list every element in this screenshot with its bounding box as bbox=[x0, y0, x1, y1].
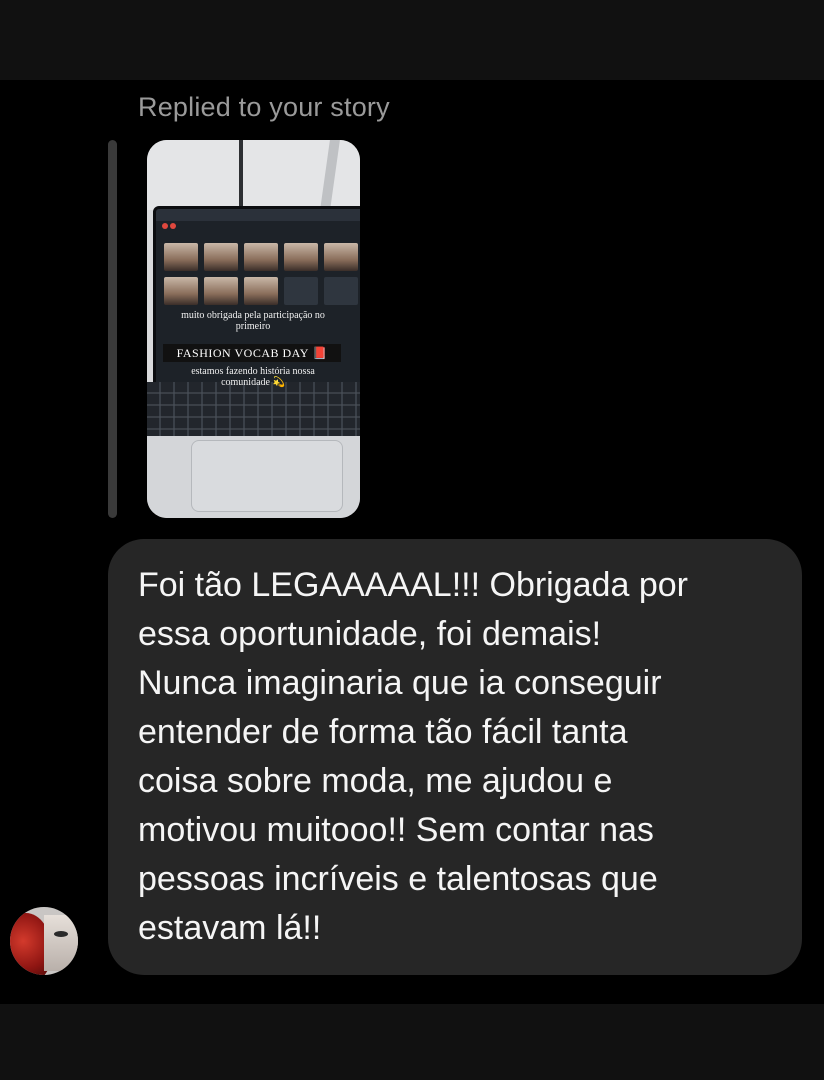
story-participant-tile bbox=[244, 277, 278, 305]
replied-to-story-label: Replied to your story bbox=[138, 92, 390, 122]
avatar-eye bbox=[54, 931, 68, 937]
story-laptop-keyboard bbox=[147, 382, 360, 440]
top-bar bbox=[0, 0, 824, 80]
story-window-dot bbox=[170, 223, 176, 229]
story-caption-top: muito obrigada pela participação no prim… bbox=[181, 310, 325, 332]
story-participant-tile bbox=[164, 277, 198, 305]
story-screen-titlebar bbox=[156, 209, 360, 221]
story-caption-badge: FASHION VOCAB DAY 📕 bbox=[163, 344, 341, 362]
reply-indicator-bar bbox=[108, 140, 117, 518]
message-bubble[interactable]: Foi tão LEGAAAAAL!!! Obrigada por essa o… bbox=[108, 539, 802, 975]
story-participant-tile bbox=[284, 243, 318, 271]
story-laptop-trackpad bbox=[191, 440, 343, 512]
story-participant-tile bbox=[204, 277, 238, 305]
story-participant-tile bbox=[324, 277, 358, 305]
message-text: Foi tão LEGAAAAAL!!! Obrigada por essa o… bbox=[138, 566, 688, 947]
story-wall-pillar bbox=[239, 140, 243, 210]
story-participant-tile bbox=[324, 243, 358, 271]
story-window-close-dot bbox=[162, 223, 168, 229]
story-caption-bottom: estamos fazendo história nossa comunidad… bbox=[191, 366, 315, 388]
story-thumbnail[interactable]: muito obrigada pela participação no prim… bbox=[147, 140, 360, 518]
story-participant-tile bbox=[204, 243, 238, 271]
avatar-face bbox=[44, 915, 78, 971]
story-participant-tile bbox=[244, 243, 278, 271]
story-participant-tile bbox=[164, 243, 198, 271]
story-participant-tile bbox=[284, 277, 318, 305]
bottom-bar bbox=[0, 1004, 824, 1080]
sender-avatar[interactable] bbox=[10, 907, 78, 975]
